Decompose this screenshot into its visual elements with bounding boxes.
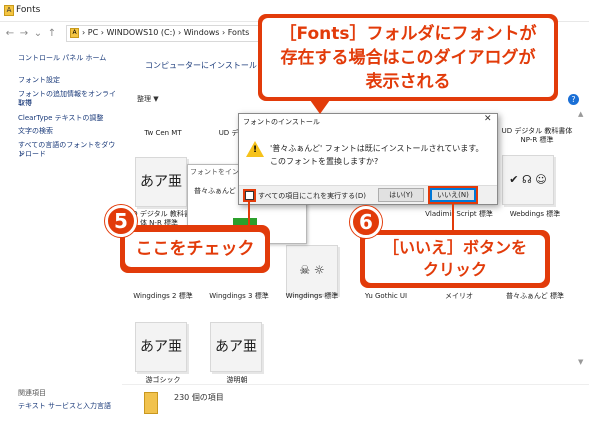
- step6-text: ［いいえ］ボタンを クリック: [365, 235, 545, 283]
- crumb-windows[interactable]: Windows: [184, 28, 220, 37]
- step5-badge: 5: [105, 205, 137, 237]
- step6-line-1: ［いいえ］ボタンを: [382, 238, 527, 257]
- dialog-message: '普々ふぁんど' フォントは既にインストールされています。: [270, 144, 484, 153]
- fonts-folder-icon: A: [4, 5, 14, 16]
- callout-dialog-explanation-text: ［Fonts］フォルダにフォントが 存在する場合はこのダイアログが 表示される: [262, 22, 554, 94]
- recent-chevron-icon[interactable]: ⌄: [32, 28, 44, 40]
- callout-pointer: [310, 100, 330, 114]
- font-item-preview[interactable]: あア亜: [210, 322, 262, 372]
- font-item-label[interactable]: UD デジタル 教科書体 NP-R 標準: [496, 127, 578, 145]
- font-item-label[interactable]: メイリオ: [420, 292, 498, 301]
- status-bar: [122, 384, 589, 424]
- sidebar-item-control-panel-home[interactable]: コントロール パネル ホーム: [18, 54, 106, 63]
- callout-line-3: 表示される: [365, 72, 451, 92]
- font-item-label[interactable]: Yu Gothic UI: [347, 292, 425, 301]
- folder-icon: [144, 392, 158, 414]
- callout-line-2: 存在する場合はこのダイアログが: [280, 48, 536, 68]
- help-icon[interactable]: ?: [568, 94, 579, 105]
- forward-arrow-icon[interactable]: →: [18, 28, 30, 40]
- page-heading: コンピューターにインストールされ: [145, 61, 273, 70]
- related-title: 関連項目: [18, 389, 46, 397]
- sidebar-item-cleartype[interactable]: ClearType テキストの調整: [18, 114, 103, 123]
- font-item-label[interactable]: Webdings 標準: [496, 210, 574, 219]
- no-button-highlight: [428, 186, 478, 204]
- callout-line-1: ［Fonts］フォルダにフォントが: [279, 24, 537, 44]
- wingdings-preview[interactable]: ☠ ☼: [286, 245, 338, 295]
- fonts-location-icon: A: [70, 28, 79, 38]
- dialog-question: このフォントを置換しますか?: [270, 157, 379, 166]
- font-item-label[interactable]: 普々ふぁんど 標準: [496, 292, 574, 301]
- font-item-preview[interactable]: あア亜: [135, 322, 187, 372]
- crumb-drive[interactable]: WINDOWS10 (C:): [106, 28, 175, 37]
- window-title: Fonts: [16, 5, 41, 15]
- close-icon[interactable]: ✕: [484, 114, 492, 124]
- font-item-label[interactable]: Wingdings 標準: [273, 292, 351, 301]
- dialog-title: フォントのインストール: [243, 118, 320, 126]
- step6-line-2: クリック: [422, 260, 487, 279]
- apply-all-label[interactable]: すべての項目にこれを実行する(D): [258, 191, 366, 201]
- font-item-preview[interactable]: あア亜: [135, 157, 187, 207]
- font-item-label[interactable]: Tw Cen MT: [124, 129, 202, 138]
- sidebar-item-get-more-fonts[interactable]: フォントの追加情報をオンラインで: [18, 90, 122, 108]
- sidebar-item-find-character[interactable]: 文字の検索: [18, 127, 53, 136]
- crumb-pc[interactable]: PC: [88, 28, 98, 37]
- font-item-label[interactable]: Wingdings 2 標準: [124, 292, 202, 301]
- sidebar-item-download-all-fonts-cont[interactable]: ド: [18, 150, 25, 159]
- sidebar-item-text-services[interactable]: テキスト サービスと入力言語: [18, 402, 111, 411]
- yes-button[interactable]: はい(Y): [378, 188, 424, 202]
- item-count: 230 個の項目: [174, 393, 224, 402]
- sidebar-item-download-all-fonts[interactable]: すべての言語のフォントをダウンロード: [18, 141, 122, 159]
- font-item-label[interactable]: Vladimir Script 標準: [420, 210, 498, 219]
- step6-badge: 6: [350, 206, 382, 238]
- webdings-preview[interactable]: ✔ ☊ ☺: [502, 155, 554, 205]
- scroll-up-icon[interactable]: ▲: [578, 110, 583, 118]
- breadcrumb: › PC › WINDOWS10 (C:) › Windows › Fonts: [82, 28, 249, 37]
- step5-text: ここをチェック: [125, 232, 265, 267]
- up-arrow-icon[interactable]: ↑: [46, 28, 58, 40]
- back-arrow-icon[interactable]: ←: [4, 28, 16, 40]
- left-pane: コントロール パネル ホーム フォント設定 フォントの追加情報をオンラインで 取…: [0, 46, 122, 424]
- checkbox-highlight: [243, 189, 256, 202]
- crumb-fonts[interactable]: Fonts: [228, 28, 250, 37]
- sidebar-item-get-more-fonts-cont[interactable]: 取得: [18, 99, 32, 108]
- organize-button[interactable]: 整理 ▼: [137, 94, 159, 104]
- sidebar-item-font-settings[interactable]: フォント設定: [18, 76, 60, 85]
- scroll-down-icon[interactable]: ▼: [578, 358, 583, 366]
- warning-exclamation: !: [253, 145, 258, 155]
- font-item-label[interactable]: Wingdings 3 標準: [200, 292, 278, 301]
